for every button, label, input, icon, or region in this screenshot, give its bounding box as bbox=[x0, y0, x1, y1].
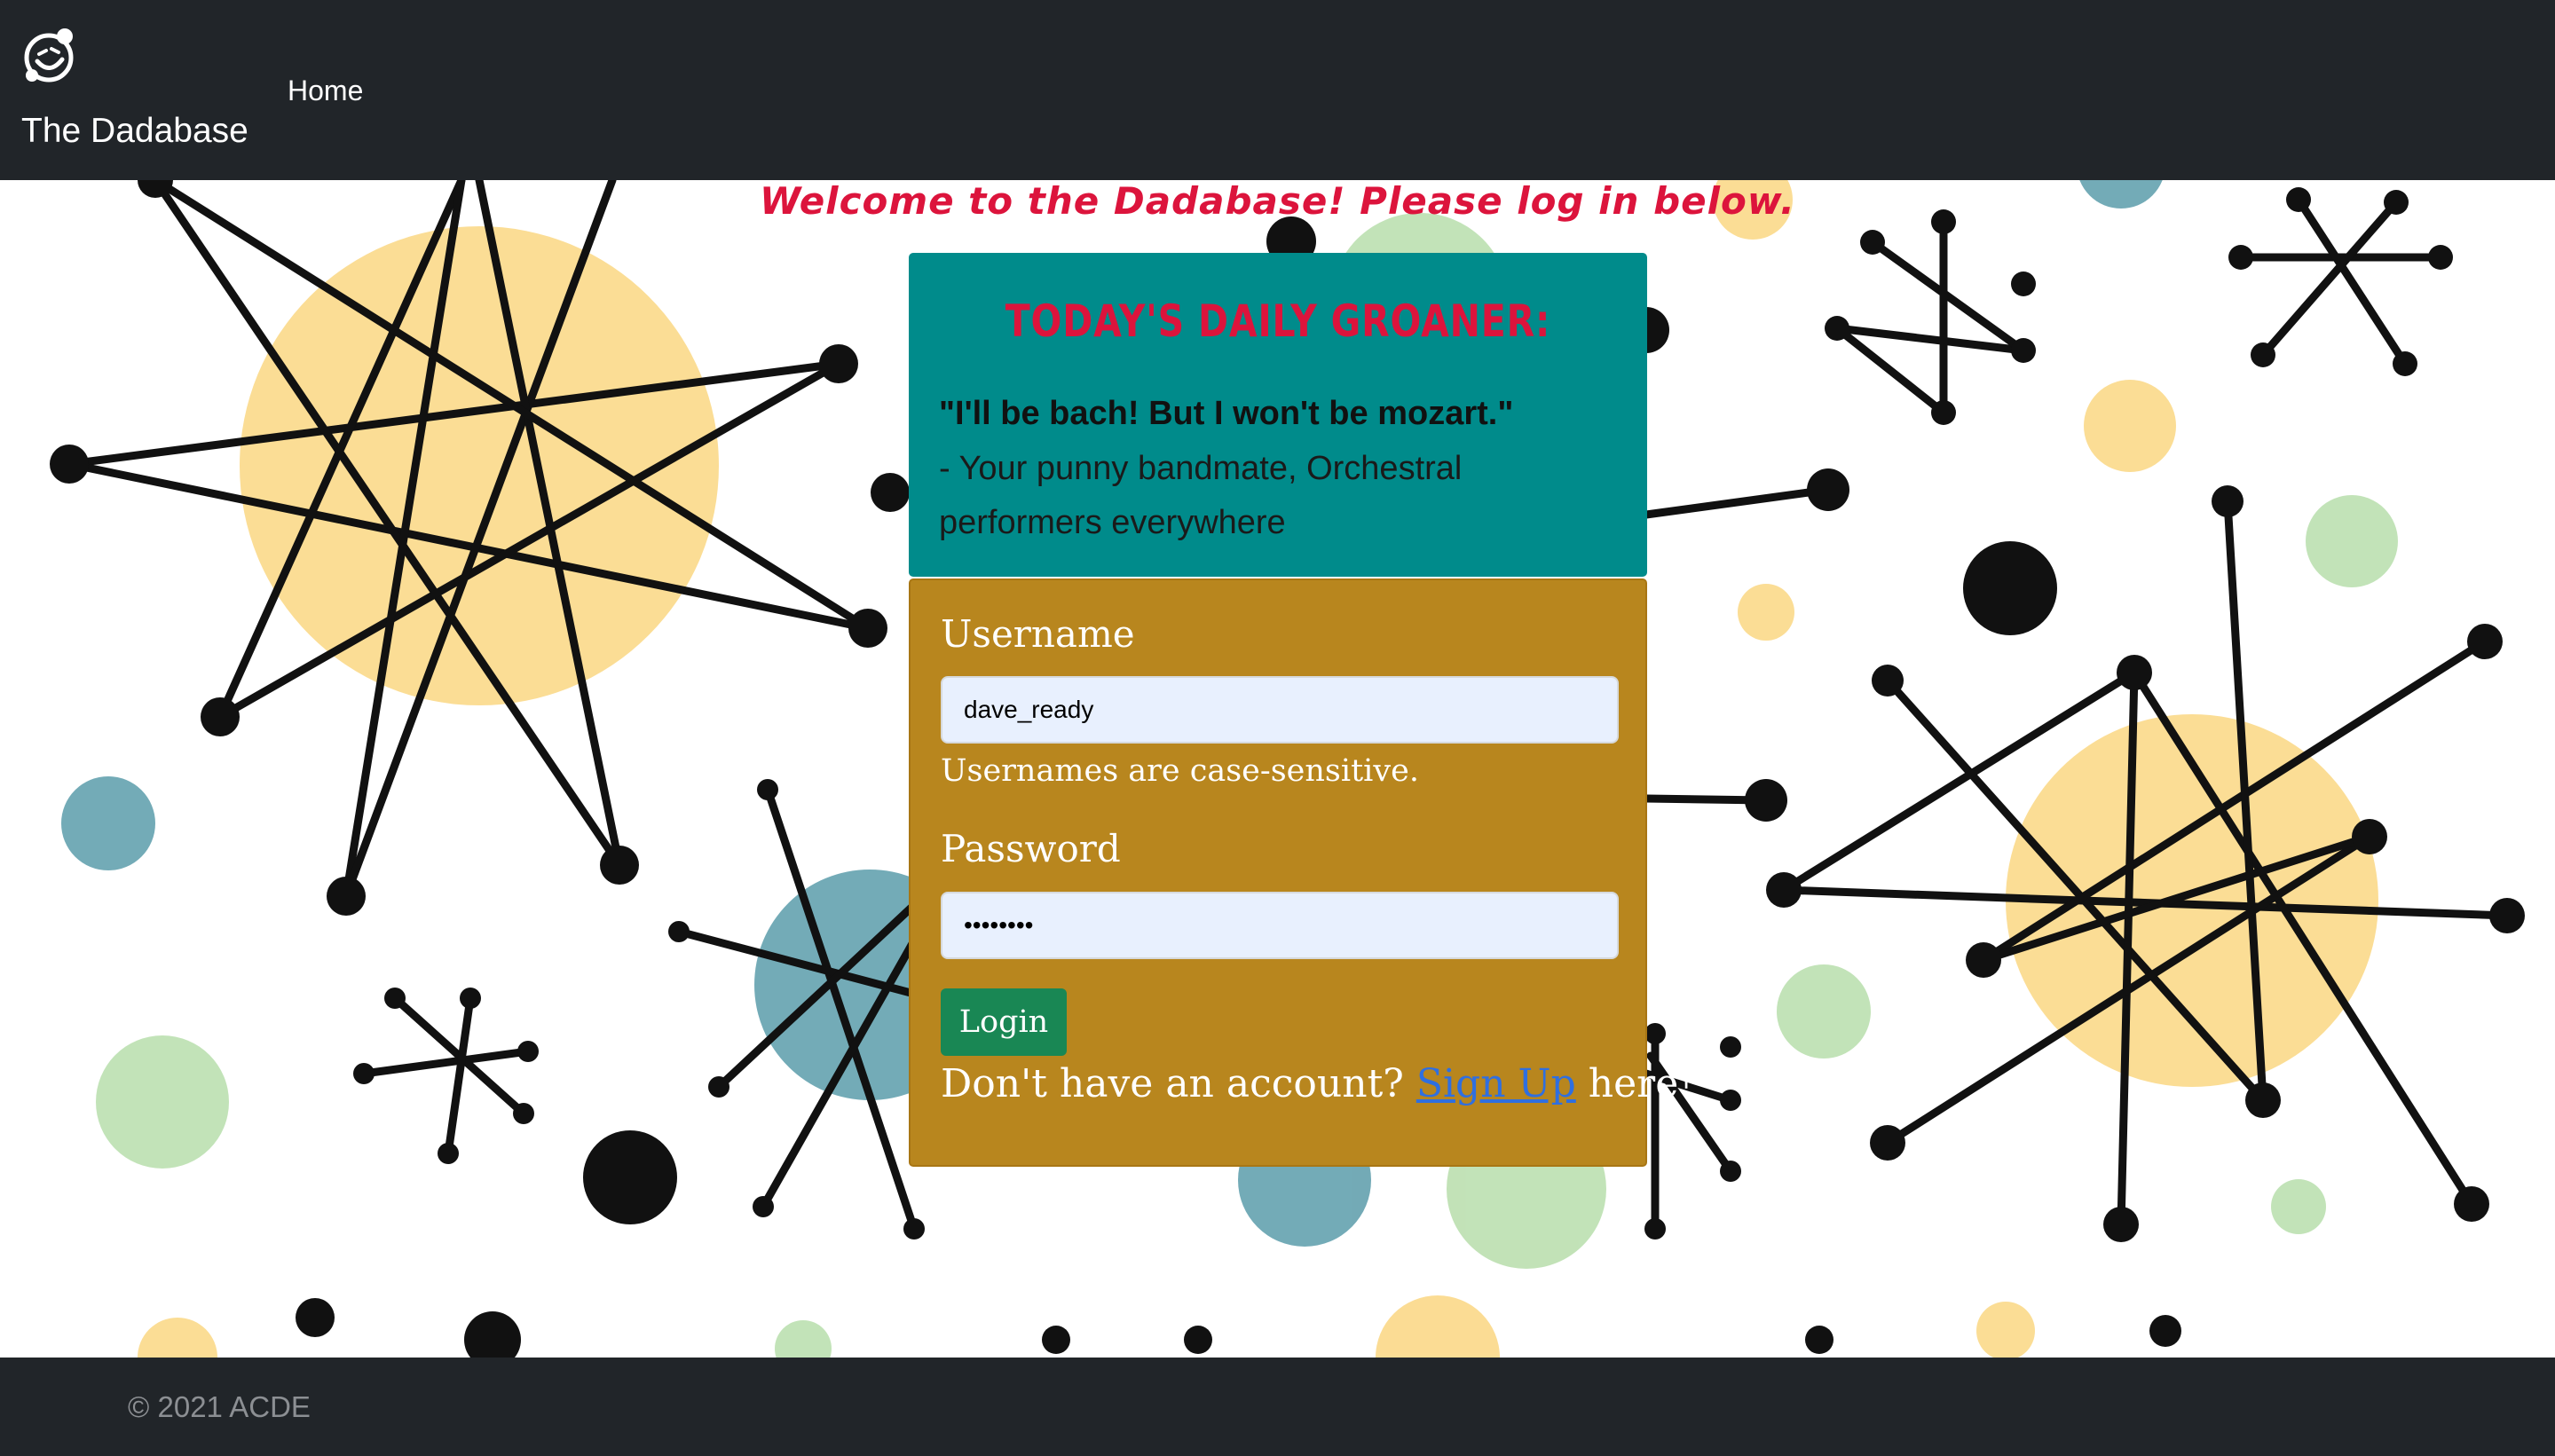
joke-attribution: - Your punny bandmate, Orchestral perfor… bbox=[939, 450, 1463, 541]
password-input[interactable] bbox=[941, 892, 1619, 959]
daily-groaner-card: TODAY'S DAILY GROANER: "I'll be bach! Bu… bbox=[909, 253, 1647, 577]
username-help-text: Usernames are case-sensitive. bbox=[941, 753, 1419, 789]
brand-name[interactable]: The Dadabase bbox=[21, 109, 248, 153]
laughing-face-icon[interactable] bbox=[20, 26, 78, 86]
signup-link[interactable]: Sign Up bbox=[1416, 1061, 1576, 1106]
signup-prompt: Don't have an account? Sign Up here! bbox=[941, 1056, 1694, 1113]
footer: © 2021 ACDE bbox=[0, 1358, 2555, 1456]
signup-prefix: Don't have an account? bbox=[941, 1061, 1404, 1106]
username-label: Username bbox=[941, 612, 1135, 656]
nav-home-link[interactable]: Home bbox=[288, 71, 363, 110]
signup-suffix: here! bbox=[1588, 1061, 1694, 1106]
login-button[interactable]: Login bbox=[941, 988, 1067, 1056]
copyright-text: © 2021 ACDE bbox=[128, 1390, 311, 1423]
navbar: The Dadabase Home bbox=[0, 0, 2555, 180]
login-form-card: Username Usernames are case-sensitive. P… bbox=[909, 578, 1694, 1167]
groaner-title: TODAY'S DAILY GROANER: bbox=[1005, 295, 1551, 347]
username-input[interactable] bbox=[941, 676, 1619, 744]
joke-quote: "I'll be bach! But I won't be mozart." bbox=[939, 395, 1514, 432]
welcome-heading: Welcome to the Dadabase! Please log in b… bbox=[760, 179, 1795, 223]
password-label: Password bbox=[941, 827, 1121, 870]
